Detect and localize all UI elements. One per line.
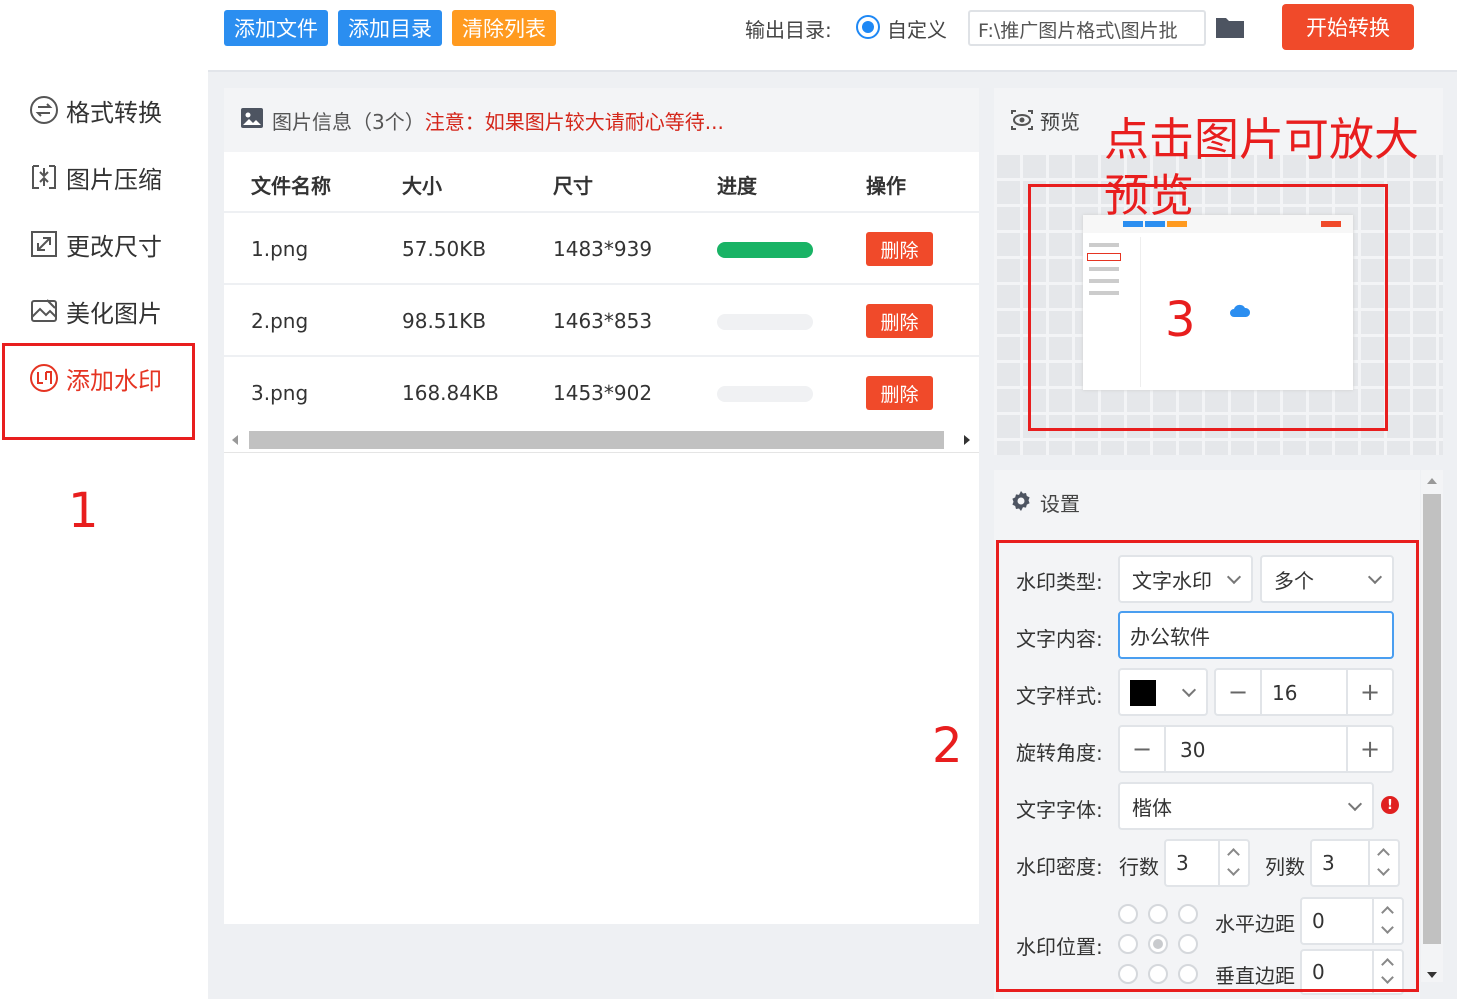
file-size: 168.84KB xyxy=(402,381,499,405)
sidebar-item-compress[interactable]: 图片压缩 xyxy=(28,157,162,197)
file-dimensions: 1463*853 xyxy=(553,309,653,333)
column-header-progress[interactable]: 进度 xyxy=(717,170,757,199)
add-directory-button[interactable]: 添加目录 xyxy=(338,10,442,46)
add-file-button[interactable]: 添加文件 xyxy=(224,10,328,46)
column-header-size[interactable]: 大小 xyxy=(402,170,442,199)
scroll-left-icon[interactable] xyxy=(232,435,238,445)
delete-button[interactable]: 删除 xyxy=(866,304,933,338)
column-header-dimensions[interactable]: 尺寸 xyxy=(553,170,593,199)
clear-list-button[interactable]: 清除列表 xyxy=(452,10,556,46)
file-dimensions: 1453*902 xyxy=(553,381,653,405)
scroll-up-icon[interactable] xyxy=(1427,478,1437,484)
table-row[interactable]: 1.png 57.50KB 1483*939 删除 xyxy=(224,211,979,283)
annotation-preview-hint: 点击图片可放大预览 xyxy=(1104,113,1420,222)
compress-icon xyxy=(28,161,60,193)
table-row[interactable]: 3.png 168.84KB 1453*902 删除 xyxy=(224,355,979,427)
resize-icon xyxy=(28,228,60,260)
progress-fill xyxy=(717,242,813,258)
file-name: 1.png xyxy=(251,237,309,261)
horizontal-scrollbar[interactable] xyxy=(224,427,979,453)
file-name: 3.png xyxy=(251,381,309,405)
scroll-down-icon[interactable] xyxy=(1427,972,1437,978)
column-header-name[interactable]: 文件名称 xyxy=(251,170,331,199)
annotation-box-settings xyxy=(996,540,1419,992)
progress-bar xyxy=(717,314,813,330)
table-row[interactable]: 2.png 98.51KB 1463*853 删除 xyxy=(224,283,979,355)
settings-title: 设置 xyxy=(1040,492,1080,516)
preview-title: 预览 xyxy=(1040,110,1080,134)
file-name: 2.png xyxy=(251,309,309,333)
folder-icon[interactable] xyxy=(1215,14,1245,44)
file-panel-header: 图片信息（3个） 注意：如果图片较大请耐心等待... xyxy=(224,88,979,152)
annotation-number-1: 1 xyxy=(68,483,99,539)
output-path-input[interactable]: F:\推广图片格式\图片批 xyxy=(968,10,1206,46)
output-custom-label: 自定义 xyxy=(887,18,947,42)
sidebar-item-label: 图片压缩 xyxy=(66,165,162,194)
scrollbar-thumb[interactable] xyxy=(1423,494,1441,944)
sidebar-item-label: 格式转换 xyxy=(66,98,162,127)
output-dir-label: 输出目录: xyxy=(745,18,832,42)
file-size: 57.50KB xyxy=(402,237,487,261)
annotation-number-2: 2 xyxy=(932,718,963,774)
column-header-action[interactable]: 操作 xyxy=(866,170,906,199)
output-custom-radio[interactable] xyxy=(856,15,880,39)
progress-bar xyxy=(717,242,813,258)
format-convert-icon xyxy=(28,94,60,126)
sidebar-item-beautify[interactable]: 美化图片 xyxy=(28,291,162,331)
annotation-number-3: 3 xyxy=(1165,292,1196,348)
sidebar-item-label: 更改尺寸 xyxy=(66,232,162,261)
sidebar-item-format-convert[interactable]: 格式转换 xyxy=(28,90,162,130)
delete-button[interactable]: 删除 xyxy=(866,376,933,410)
image-icon xyxy=(240,106,264,135)
scroll-right-icon[interactable] xyxy=(964,435,970,445)
vertical-scrollbar[interactable] xyxy=(1421,470,1443,982)
sidebar-item-resize[interactable]: 更改尺寸 xyxy=(28,224,162,264)
sidebar: 格式转换 图片压缩 更改尺寸 美化图片 添加水印 xyxy=(0,0,208,999)
annotation-box-sidebar xyxy=(2,343,195,440)
delete-button[interactable]: 删除 xyxy=(866,232,933,266)
gear-icon xyxy=(1010,490,1032,516)
file-size: 98.51KB xyxy=(402,309,487,333)
file-list-panel: 图片信息（3个） 注意：如果图片较大请耐心等待... 文件名称 大小 尺寸 进度… xyxy=(224,88,979,924)
file-dimensions: 1483*939 xyxy=(553,237,653,261)
scrollbar-thumb[interactable] xyxy=(249,431,944,449)
sidebar-item-label: 美化图片 xyxy=(66,299,162,328)
progress-bar xyxy=(717,386,813,402)
eye-icon xyxy=(1010,109,1034,135)
beautify-icon xyxy=(28,295,60,327)
file-panel-notice: 注意：如果图片较大请耐心等待... xyxy=(424,109,724,134)
toolbar: 添加文件 添加目录 清除列表 输出目录: 自定义 F:\推广图片格式\图片批 开… xyxy=(208,0,1457,72)
file-panel-title: 图片信息（3个） xyxy=(272,109,425,134)
start-convert-button[interactable]: 开始转换 xyxy=(1282,4,1414,50)
